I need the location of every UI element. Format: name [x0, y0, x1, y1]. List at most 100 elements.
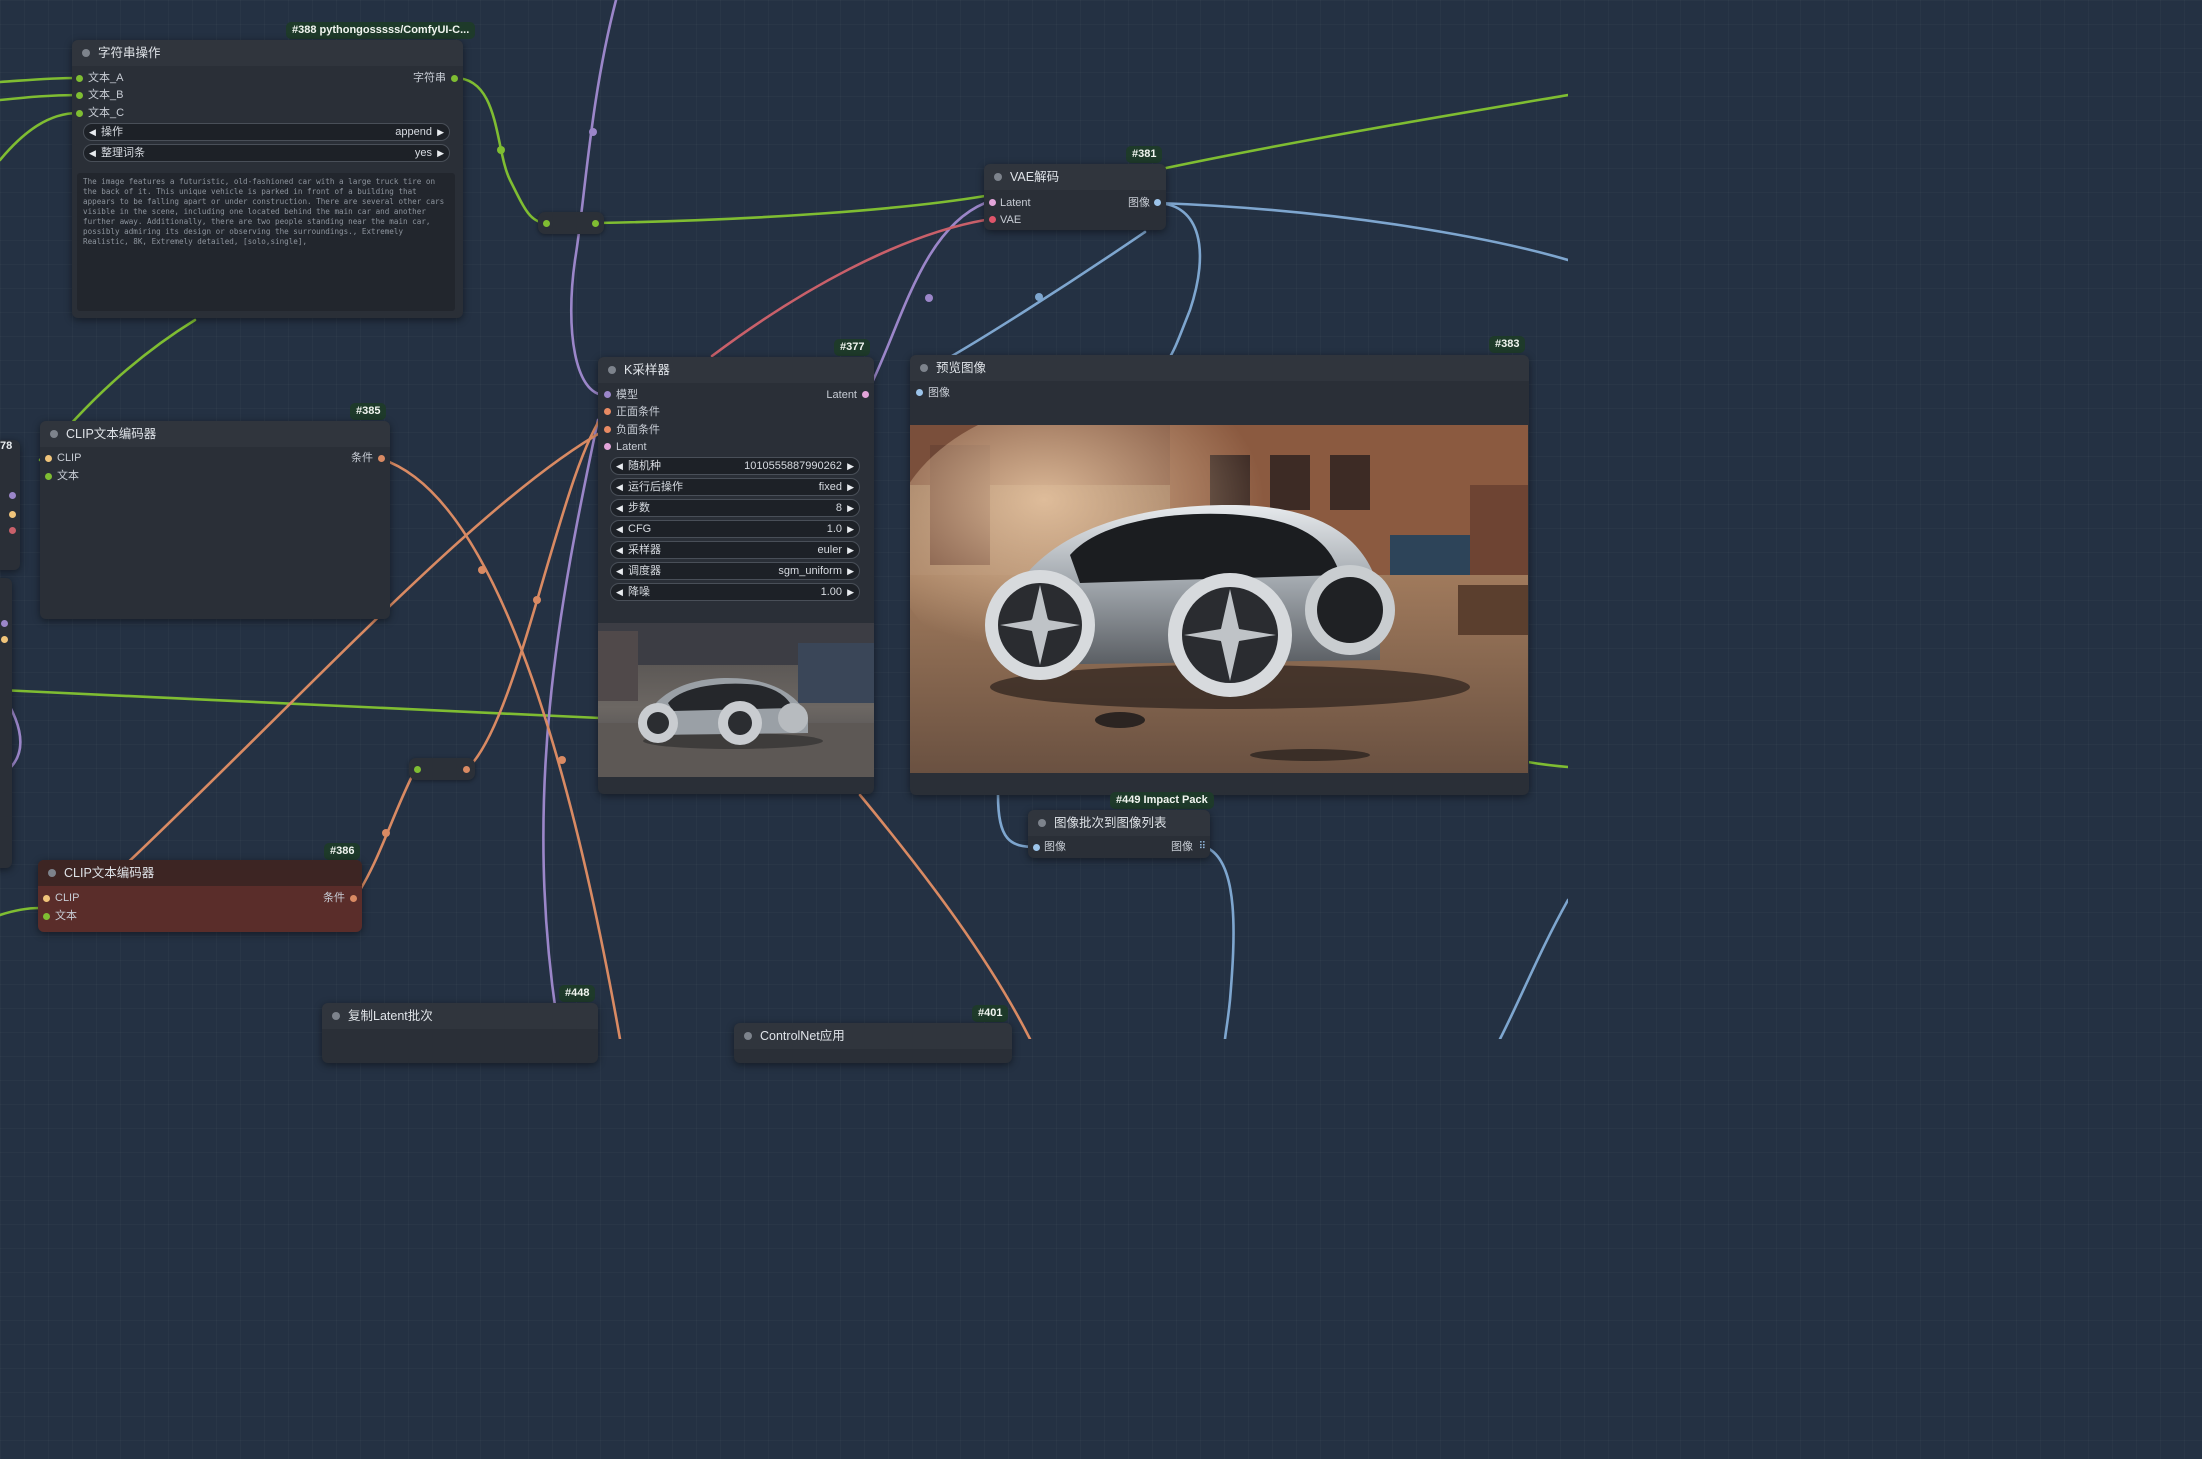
prompt-textarea[interactable]: The image features a futuristic, old-fas… — [77, 173, 455, 311]
input-dot[interactable] — [604, 426, 611, 433]
partial-node-left-2[interactable] — [0, 578, 12, 868]
node-header[interactable]: 字符串操作 — [72, 40, 463, 66]
decrement-arrow-icon[interactable]: ◀ — [89, 124, 96, 140]
input-dot[interactable] — [45, 473, 52, 480]
decrement-arrow-icon[interactable]: ◀ — [616, 563, 623, 579]
denoise-widget[interactable]: ◀ 降噪 1.00 ▶ — [610, 583, 860, 601]
collapse-dot[interactable] — [48, 869, 56, 877]
tidy-tags-widget[interactable]: ◀ 整理词条 yes ▶ — [83, 144, 450, 162]
slot-dot[interactable] — [9, 527, 16, 534]
increment-arrow-icon[interactable]: ▶ — [847, 479, 854, 495]
node-header[interactable]: CLIP文本编码器 — [40, 421, 390, 447]
decrement-arrow-icon[interactable]: ◀ — [616, 584, 623, 600]
reroute-output-dot[interactable] — [592, 220, 599, 227]
reroute-input-dot[interactable] — [543, 220, 550, 227]
node-badge-385: #385 — [350, 403, 387, 420]
partial-node-left[interactable]: 78 — [0, 440, 20, 570]
reroute-node-top[interactable] — [538, 212, 604, 234]
node-header[interactable]: ControlNet应用 — [734, 1023, 1012, 1049]
sampler-widget[interactable]: ◀ 采样器 euler ▶ — [610, 541, 860, 559]
reroute-output-dot[interactable] — [463, 766, 470, 773]
collapse-dot[interactable] — [744, 1032, 752, 1040]
collapse-dot[interactable] — [608, 366, 616, 374]
output-dot[interactable] — [378, 455, 385, 462]
collapse-dot[interactable] — [82, 49, 90, 57]
node-badge-386: #386 — [324, 843, 361, 860]
control-after-generate-widget[interactable]: ◀ 运行后操作 fixed ▶ — [610, 478, 860, 496]
increment-arrow-icon[interactable]: ▶ — [437, 124, 444, 140]
input-dot[interactable] — [1033, 844, 1040, 851]
widget-label: 采样器 — [628, 544, 661, 556]
node-header[interactable]: K采样器 — [598, 357, 874, 383]
output-condition: 条件 — [351, 452, 373, 464]
clip-text-encoder-386[interactable]: CLIP文本编码器 CLIP 文本 条件 — [38, 860, 362, 932]
controlnet-apply-node[interactable]: ControlNet应用 — [734, 1023, 1012, 1063]
increment-arrow-icon[interactable]: ▶ — [847, 500, 854, 516]
wire-batch-out — [1203, 845, 1235, 1039]
collapse-dot[interactable] — [920, 364, 928, 372]
increment-arrow-icon[interactable]: ▶ — [847, 542, 854, 558]
increment-arrow-icon[interactable]: ▶ — [847, 584, 854, 600]
input-dot[interactable] — [76, 110, 83, 117]
operation-widget[interactable]: ◀ 操作 append ▶ — [83, 123, 450, 141]
input-dot[interactable] — [43, 913, 50, 920]
output-dot[interactable] — [862, 391, 869, 398]
node-badge-449: #449 Impact Pack — [1110, 792, 1214, 809]
wire-text-a — [0, 76, 80, 84]
collapse-dot[interactable] — [332, 1012, 340, 1020]
ksampler-node[interactable]: K采样器 模型 正面条件 负面条件 Latent Latent ◀ 随机种 1010… — [598, 357, 874, 794]
input-text-b: 文本_B — [88, 89, 124, 101]
decrement-arrow-icon[interactable]: ◀ — [616, 500, 623, 516]
input-dot[interactable] — [45, 455, 52, 462]
input-dot[interactable] — [989, 216, 996, 223]
repeat-latent-batch-node[interactable]: 复制Latent批次 — [322, 1003, 598, 1063]
cfg-widget[interactable]: ◀ CFG 1.0 ▶ — [610, 520, 860, 538]
preview-image-node[interactable]: 预览图像 图像 — [910, 355, 1529, 795]
slot-dot[interactable] — [9, 492, 16, 499]
string-operation-node[interactable]: 字符串操作 文本_A 文本_B 文本_C 字符串 ◀ 操作 append ▶ ◀ 整理词… — [72, 40, 463, 318]
input-dot[interactable] — [604, 391, 611, 398]
node-badge-383: #383 — [1489, 336, 1526, 353]
increment-arrow-icon[interactable]: ▶ — [847, 521, 854, 537]
input-dot[interactable] — [989, 199, 996, 206]
input-dot[interactable] — [43, 895, 50, 902]
slot-dot[interactable] — [9, 511, 16, 518]
node-header[interactable]: VAE解码 — [984, 164, 1166, 190]
vae-decode-node[interactable]: VAE解码 Latent VAE 图像 — [984, 164, 1166, 230]
widget-value: euler — [817, 544, 842, 556]
slot-dot[interactable] — [1, 620, 8, 627]
node-header[interactable]: 复制Latent批次 — [322, 1003, 598, 1029]
reroute-input-dot[interactable] — [414, 766, 421, 773]
output-dot[interactable] — [451, 75, 458, 82]
decrement-arrow-icon[interactable]: ◀ — [616, 458, 623, 474]
decrement-arrow-icon[interactable]: ◀ — [89, 145, 96, 161]
increment-arrow-icon[interactable]: ▶ — [437, 145, 444, 161]
decrement-arrow-icon[interactable]: ◀ — [616, 479, 623, 495]
node-header[interactable]: CLIP文本编码器 — [38, 860, 362, 886]
collapse-dot[interactable] — [994, 173, 1002, 181]
node-header[interactable]: 预览图像 — [910, 355, 1529, 381]
slot-dot[interactable] — [1, 636, 8, 643]
seed-widget[interactable]: ◀ 随机种 1010555887990262 ▶ — [610, 457, 860, 475]
node-header[interactable]: 图像批次到图像列表 — [1028, 810, 1210, 836]
decrement-arrow-icon[interactable]: ◀ — [616, 521, 623, 537]
input-dot[interactable] — [604, 408, 611, 415]
decrement-arrow-icon[interactable]: ◀ — [616, 542, 623, 558]
clip-text-encoder-385[interactable]: CLIP文本编码器 CLIP 文本 条件 — [40, 421, 390, 619]
node-title: 预览图像 — [936, 361, 987, 375]
input-dot[interactable] — [604, 443, 611, 450]
image-batch-to-list-node[interactable]: 图像批次到图像列表 图像 图像 ⠿ — [1028, 810, 1210, 858]
scheduler-widget[interactable]: ◀ 调度器 sgm_uniform ▶ — [610, 562, 860, 580]
steps-widget[interactable]: ◀ 步数 8 ▶ — [610, 499, 860, 517]
reroute-node-mid[interactable] — [409, 758, 475, 780]
output-dot[interactable] — [350, 895, 357, 902]
collapse-dot[interactable] — [50, 430, 58, 438]
collapse-dot[interactable] — [1038, 819, 1046, 827]
output-dot[interactable] — [1154, 199, 1161, 206]
input-dot[interactable] — [76, 75, 83, 82]
list-output-icon[interactable]: ⠿ — [1199, 841, 1206, 852]
input-dot[interactable] — [916, 389, 923, 396]
increment-arrow-icon[interactable]: ▶ — [847, 563, 854, 579]
increment-arrow-icon[interactable]: ▶ — [847, 458, 854, 474]
input-dot[interactable] — [76, 92, 83, 99]
